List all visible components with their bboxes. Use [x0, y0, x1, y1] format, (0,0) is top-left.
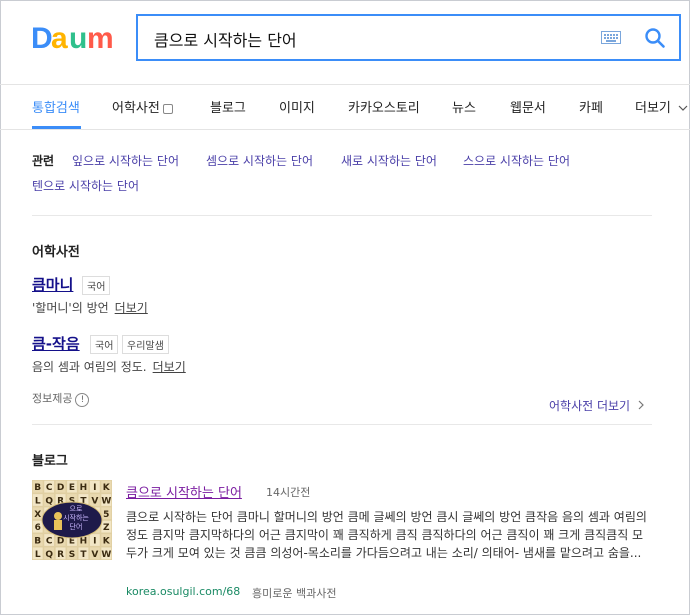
thumb-letter: B [34, 537, 41, 547]
dictionary-definition: '할머니'의 방언 더보기 [32, 299, 148, 316]
thumb-letter: S [69, 550, 75, 560]
related-link[interactable]: 스으로 시작하는 단어 [463, 152, 570, 169]
thumb-letter: Q [45, 497, 53, 507]
thumb-letter: V [91, 550, 98, 560]
chevron-right-icon [638, 400, 644, 410]
dictionary-more-label: 어학사전 더보기 [549, 399, 631, 413]
thumb-figure [54, 520, 62, 530]
thumb-letter: C [46, 483, 53, 493]
thumb-letter: 5 [103, 510, 109, 520]
related-link[interactable]: 잎으로 시작하는 단어 [72, 152, 179, 169]
related-label: 관련 [32, 154, 55, 168]
tab-cafe[interactable]: 카페 [579, 97, 603, 116]
thumb-letter: 6 [35, 523, 41, 533]
blog-post-snippet: 큼으로 시작하는 단어 큼마니 할머니의 방언 큼메 글쎄의 방언 큼시 글쎄의… [126, 510, 647, 560]
blog-thumbnail[interactable]: BCDEHIKLQRSTVWXY1234567890PZBCDEHIKLQRST… [32, 480, 112, 560]
svg-text:D: D [31, 22, 53, 55]
dictionary-entry-word[interactable]: 큼마니 [32, 274, 73, 295]
thumb-letter: L [35, 497, 41, 507]
thumb-letter: K [103, 537, 111, 547]
thumb-letter: K [103, 483, 111, 493]
thumb-letter: T [80, 550, 87, 560]
thumb-letter: V [91, 497, 98, 507]
active-tab-indicator [32, 126, 81, 129]
svg-text:m: m [87, 22, 114, 55]
info-provider: 정보제공! [32, 390, 90, 407]
blog-post-title[interactable]: 큼으로 시작하는 단어 [126, 482, 242, 501]
thumb-figure [54, 512, 62, 520]
dictionary-more-link[interactable]: 어학사전 더보기 [549, 397, 645, 414]
tab-more-label: 더보기 [635, 101, 671, 116]
svg-text:a: a [51, 22, 68, 55]
thumb-letter: I [93, 537, 96, 547]
more-link[interactable]: 더보기 [153, 360, 186, 374]
dictionary-definition: 음의 셈과 여림의 정도. 더보기 [32, 358, 186, 375]
divider [32, 424, 652, 425]
blog-site-name[interactable]: 흥미로운 백과사전 [252, 585, 336, 601]
chevron-down-icon [678, 105, 688, 111]
definition-text: '할머니'의 방언 [32, 301, 109, 315]
dictionary-entry-word[interactable]: 큼-작음 [32, 333, 80, 354]
more-link[interactable]: 더보기 [115, 301, 148, 315]
tab-blog[interactable]: 블로그 [210, 97, 246, 116]
search-tabs: 통합검색 어학사전 블로그 이미지 카카오스토리 뉴스 웹문서 카페 더보기 [0, 84, 690, 130]
daum-logo[interactable]: D a u m [31, 22, 121, 56]
blog-source-url[interactable]: korea.osulgil.com/68 [126, 585, 240, 598]
related-link[interactable]: 텐으로 시작하는 단어 [32, 177, 139, 194]
search-box[interactable] [136, 14, 681, 61]
tab-more[interactable]: 더보기 [635, 97, 688, 116]
dictionary-section-title: 어학사전 [32, 245, 80, 260]
thumb-letter: Q [45, 550, 53, 560]
info-provider-label: 정보제공 [32, 392, 73, 405]
header: D a u m [0, 0, 690, 85]
thumb-letter: X [34, 510, 41, 520]
thumb-caption: 단어 [70, 522, 83, 531]
blog-post-time: 14시간전 [266, 486, 311, 499]
tab-dictionary[interactable]: 어학사전 [112, 97, 173, 116]
thumb-letter: Z [103, 523, 110, 533]
tab-dictionary-label: 어학사전 [112, 101, 160, 116]
magnifier-icon[interactable] [644, 27, 666, 49]
divider [32, 215, 652, 216]
definition-text: 음의 셈과 여림의 정도. [32, 360, 147, 374]
thumb-letter: W [101, 497, 111, 507]
thumb-letter: R [57, 550, 64, 560]
tab-webdoc[interactable]: 웹문서 [510, 97, 546, 116]
dictionary-tag: 국어 [82, 276, 111, 295]
dictionary-tag: 우리말샘 [122, 335, 169, 354]
thumb-letter: D [57, 483, 64, 493]
thumb-letter: L [35, 550, 41, 560]
thumb-letter: B [34, 483, 41, 493]
thumb-letter: C [46, 537, 53, 547]
tab-news[interactable]: 뉴스 [452, 97, 476, 116]
svg-text:u: u [69, 22, 87, 55]
thumb-caption: 으로 [70, 505, 83, 513]
thumb-letter: H [80, 537, 88, 547]
tab-image[interactable]: 이미지 [279, 97, 315, 116]
dictionary-tag: 국어 [90, 335, 119, 354]
blog-section-title: 블로그 [32, 454, 68, 469]
thumb-letter: W [101, 550, 111, 560]
tab-kakaostory[interactable]: 카카오스토리 [348, 97, 420, 116]
tab-integrated[interactable]: 통합검색 [32, 97, 80, 116]
related-link[interactable]: 셈으로 시작하는 단어 [206, 152, 313, 169]
keyboard-icon[interactable] [601, 31, 621, 44]
thumb-letter: E [69, 483, 75, 493]
thumb-letter: I [93, 483, 96, 493]
search-input[interactable] [152, 26, 586, 52]
blog-thumbnail-image: BCDEHIKLQRSTVWXY1234567890PZBCDEHIKLQRST… [32, 480, 111, 560]
checkbox-icon[interactable] [162, 103, 173, 114]
info-icon[interactable]: ! [75, 393, 90, 407]
thumb-caption: 시작하는 [63, 513, 89, 522]
thumb-letter: H [80, 483, 88, 493]
thumb-letter: D [57, 537, 64, 547]
related-link[interactable]: 새로 시작하는 단어 [341, 152, 437, 169]
